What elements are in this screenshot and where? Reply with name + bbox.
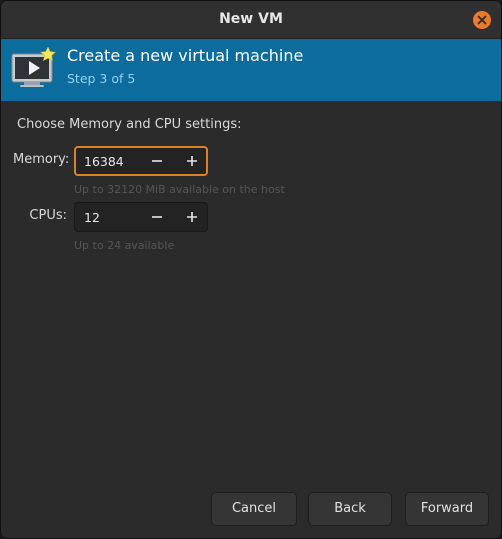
cpus-spinbutton[interactable]: 12	[74, 202, 208, 232]
memory-increment-button[interactable]	[181, 150, 203, 172]
memory-value[interactable]: 16384	[84, 154, 124, 169]
title-bar[interactable]: New VM	[1, 1, 501, 39]
memory-hint: Up to 32120 MiB available on the host	[74, 183, 285, 196]
memory-decrement-button[interactable]	[146, 150, 168, 172]
memory-spinbutton[interactable]: 16384	[74, 146, 208, 176]
cancel-button[interactable]: Cancel	[211, 492, 297, 526]
wizard-banner: Create a new virtual machine Step 3 of 5	[1, 39, 501, 101]
close-icon	[477, 15, 487, 25]
cpus-decrement-button[interactable]	[146, 206, 168, 228]
window-title: New VM	[219, 11, 283, 27]
section-heading: Choose Memory and CPU settings:	[17, 117, 242, 132]
plus-icon	[187, 156, 197, 166]
virtual-machine-icon	[11, 47, 56, 87]
cpus-value[interactable]: 12	[84, 210, 100, 225]
memory-label: Memory:	[13, 152, 70, 167]
new-vm-dialog: New VM Create a new virtual machine Step…	[0, 0, 502, 539]
step-indicator: Step 3 of 5	[67, 71, 136, 86]
close-button[interactable]	[473, 11, 491, 29]
cpus-increment-button[interactable]	[181, 206, 203, 228]
cpus-hint: Up to 24 available	[74, 239, 175, 252]
minus-icon	[152, 216, 162, 218]
plus-icon	[187, 212, 197, 222]
cpus-label: CPUs:	[29, 208, 67, 223]
minus-icon	[152, 160, 162, 162]
back-button[interactable]: Back	[308, 492, 392, 526]
banner-title: Create a new virtual machine	[67, 46, 304, 65]
forward-button[interactable]: Forward	[405, 492, 489, 526]
